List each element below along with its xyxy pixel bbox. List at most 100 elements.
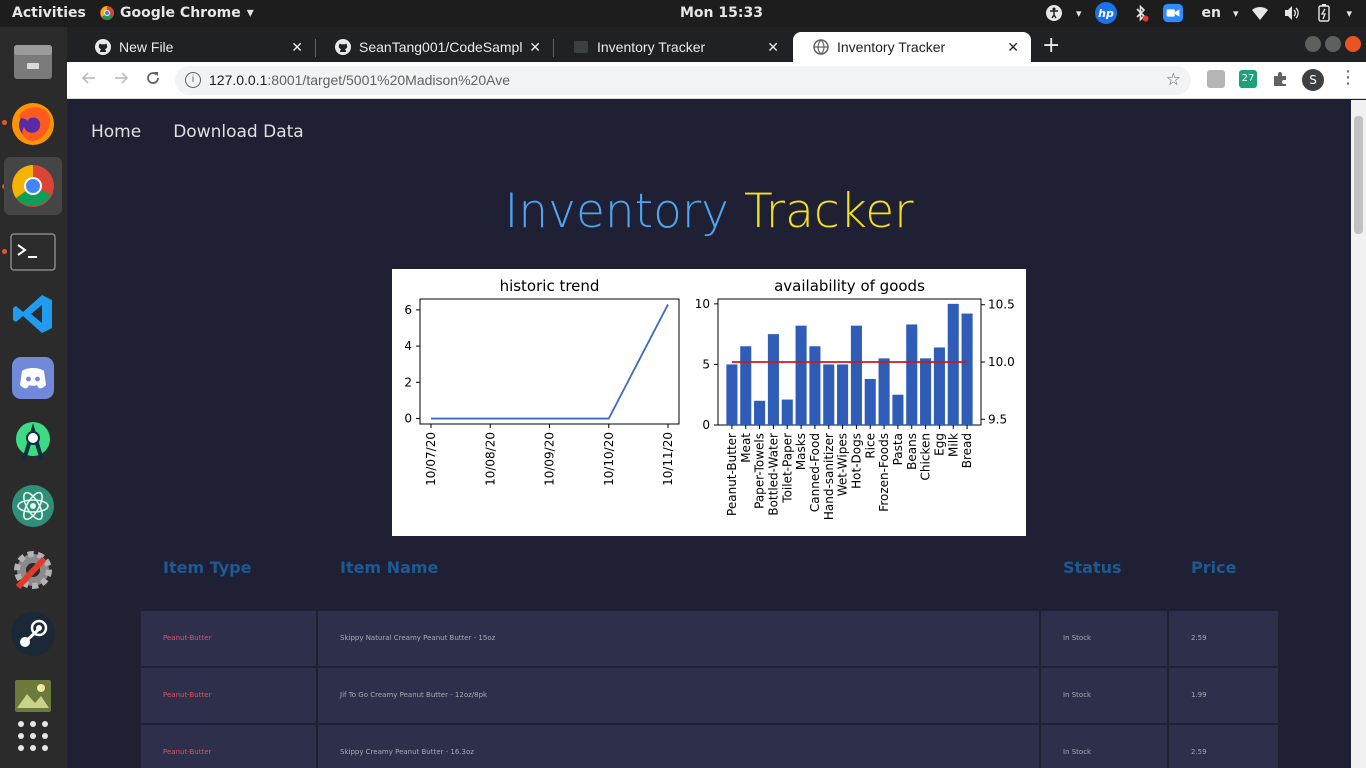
header-item-name[interactable]: Item Name (340, 558, 438, 577)
wifi-icon[interactable] (1250, 3, 1270, 23)
cell-price: 1.99 (1169, 668, 1278, 723)
extension-icon[interactable] (1207, 70, 1225, 88)
charts-figure: historic trend 0 2 4 6 10/07/20 10/08/20 10/09/… (392, 269, 1026, 536)
puzzle-icon[interactable] (1271, 70, 1289, 88)
steam-icon[interactable] (4, 605, 62, 663)
cell-price: 2.59 (1169, 725, 1278, 768)
x-tick-label: Masks (794, 433, 808, 470)
zoom-icon[interactable] (1163, 3, 1184, 23)
bar (961, 313, 973, 425)
reload-icon (147, 72, 159, 84)
x-tick-label: 10/10/20 (602, 432, 616, 486)
title-word-tracker: Tracker (743, 184, 914, 239)
language-indicator[interactable]: en (1201, 5, 1220, 21)
chrome-icon (100, 6, 114, 20)
android-studio-icon[interactable] (4, 413, 62, 471)
tab-new-file[interactable]: New File ✕ (75, 32, 315, 62)
x-tick-label: 10/11/20 (661, 432, 675, 486)
atom-icon[interactable] (4, 477, 62, 535)
tab-codesample[interactable]: SeanTang001/CodeSampl ✕ (315, 32, 553, 62)
tab-inventory-tracker-active[interactable]: Inventory Tracker ✕ (793, 32, 1031, 62)
hp-icon[interactable]: hp (1093, 2, 1119, 24)
header-item-type[interactable]: Item Type (163, 558, 251, 577)
page-scrollbar[interactable] (1351, 100, 1366, 768)
tab-inventory-tracker[interactable]: Inventory Tracker ✕ (553, 32, 791, 62)
bar (892, 394, 904, 425)
tab-title: Inventory Tracker (837, 39, 946, 55)
bar (947, 303, 959, 425)
bar (809, 346, 821, 425)
battery-icon[interactable] (1314, 3, 1334, 23)
cell-price: 2.59 (1169, 611, 1278, 666)
close-icon[interactable]: ✕ (291, 39, 303, 56)
clock[interactable]: Mon 15:33 (680, 5, 763, 21)
page-content: Home Download Data Inventory Tracker his… (67, 100, 1351, 768)
bar (795, 325, 807, 425)
bar (906, 324, 918, 425)
calendar-extension-icon[interactable]: 27 (1239, 70, 1257, 88)
app-menu[interactable]: Google Chrome ▾ (100, 5, 254, 21)
profile-avatar[interactable]: S (1302, 69, 1324, 91)
chevron-down-icon: ▾ (1346, 6, 1352, 20)
bar (837, 364, 849, 425)
bar-chart-title: availability of goods (774, 277, 925, 295)
nav-home-link[interactable]: Home (91, 122, 141, 142)
cell-item-type: Peanut-Butter (141, 725, 316, 768)
settings-icon[interactable] (4, 541, 62, 599)
forward-button[interactable] (113, 70, 129, 91)
volume-icon[interactable] (1282, 3, 1302, 23)
close-icon[interactable]: ✕ (1007, 39, 1019, 56)
close-window-button[interactable] (1345, 36, 1361, 52)
address-bar[interactable]: i 127.0.0.1:8001/target/5001%20Madison%2… (175, 66, 1191, 95)
cell-status: In Stock (1041, 611, 1167, 666)
minimize-button[interactable] (1305, 36, 1321, 52)
x-tick-label: Peanut-Butter (725, 433, 739, 516)
dock (0, 27, 67, 768)
back-button[interactable] (81, 70, 97, 91)
bar (920, 358, 932, 425)
header-price[interactable]: Price (1191, 558, 1236, 577)
browser-toolbar: i 127.0.0.1:8001/target/5001%20Madison%2… (67, 62, 1366, 99)
accessibility-icon[interactable] (1044, 3, 1064, 23)
terminal-icon[interactable] (4, 223, 62, 281)
firefox-icon[interactable] (4, 95, 62, 153)
activities-button[interactable]: Activities (12, 5, 86, 21)
cell-item-name: Skippy Natural Creamy Peanut Butter - 15… (318, 611, 1039, 666)
show-applications-icon[interactable] (4, 707, 62, 765)
chrome-icon[interactable] (4, 157, 62, 215)
url-host: 127.0.0.1 (209, 72, 268, 88)
close-icon[interactable]: ✕ (767, 39, 779, 56)
x-tick-label: Milk (946, 433, 960, 457)
bar (823, 364, 835, 425)
discord-icon[interactable] (4, 349, 62, 407)
close-icon[interactable]: ✕ (529, 39, 541, 56)
header-status[interactable]: Status (1063, 558, 1122, 577)
url-text: 127.0.0.1:8001/target/5001%20Madison%20A… (209, 72, 510, 88)
x-tick-label: Bread (960, 433, 974, 468)
vscode-icon[interactable] (4, 285, 62, 343)
scrollbar-thumb[interactable] (1354, 116, 1363, 234)
cell-status: In Stock (1041, 668, 1167, 723)
title-word-inventory: Inventory (504, 184, 729, 239)
nav-download-link[interactable]: Download Data (173, 122, 304, 142)
cell-item-name: Skippy Creamy Peanut Butter - 16.3oz (318, 725, 1039, 768)
info-icon[interactable]: i (185, 72, 201, 88)
y-tick-label: 2 (404, 375, 412, 389)
files-icon[interactable] (4, 32, 62, 90)
x-tick-label: Frozen-Foods (877, 433, 891, 512)
arrow-left-icon (81, 72, 95, 84)
x-tick-label: Paper-Towels (753, 433, 767, 509)
bookmark-star-icon[interactable]: ☆ (1166, 70, 1181, 90)
chevron-down-icon: ▾ (1075, 6, 1082, 20)
x-tick-label: Hot-Dogs (849, 433, 863, 489)
x-tick-label: Bottled-Water (766, 433, 780, 516)
maximize-button[interactable] (1325, 36, 1341, 52)
kebab-menu-icon[interactable]: ⋮ (1339, 69, 1357, 88)
system-top-bar: Activities Google Chrome ▾ Mon 15:33 ▾ h… (0, 0, 1366, 27)
new-tab-button[interactable]: + (1042, 33, 1060, 58)
tab-title: New File (119, 39, 174, 55)
y-tick-label: 0 (702, 418, 710, 432)
y-tick-label: 6 (404, 303, 412, 317)
reload-button[interactable] (145, 70, 161, 91)
bluetooth-icon[interactable] (1131, 3, 1151, 23)
